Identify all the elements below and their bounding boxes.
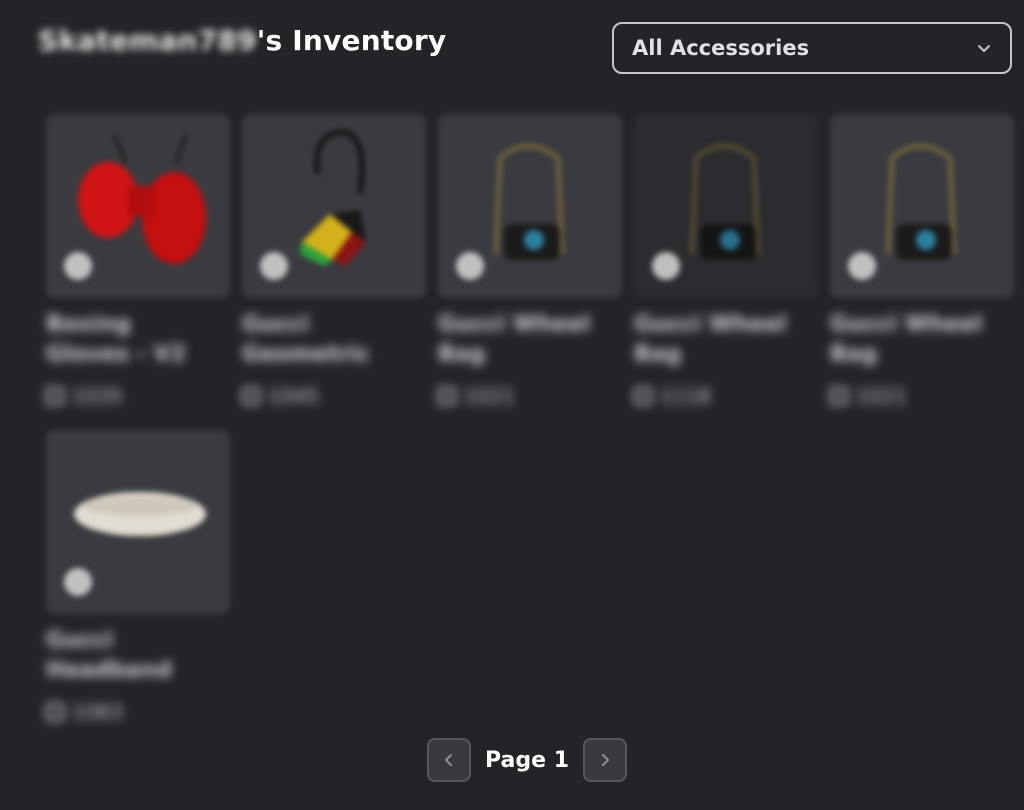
category-dropdown-label: All Accessories — [632, 36, 810, 60]
item-name: Gucci Wheel Bag — [634, 312, 787, 367]
limited-badge-icon — [848, 252, 876, 280]
item-card[interactable]: Gucci Wheel Bag 1118 — [634, 114, 818, 408]
chevron-left-icon — [445, 754, 452, 766]
item-name: Gucci Wheel Bag — [830, 312, 983, 367]
item-card[interactable]: Boxing Gloves - V2 1035 — [46, 114, 230, 408]
item-price: 1118 — [634, 384, 818, 408]
limited-badge-icon — [456, 252, 484, 280]
inventory-page: Skateman789's Inventory All Accessories … — [0, 0, 1024, 810]
page-indicator: Page 1 — [485, 747, 570, 773]
item-price-value: 1118 — [660, 384, 711, 408]
limited-badge-icon — [64, 252, 92, 280]
item-thumbnail — [634, 114, 818, 298]
item-price-value: 1021 — [464, 384, 515, 408]
item-price: 1021 — [438, 384, 622, 408]
item-thumbnail — [46, 114, 230, 298]
item-name: Gucci Headband — [46, 628, 172, 683]
item-thumbnail — [46, 430, 230, 614]
item-price-value: 1021 — [856, 384, 907, 408]
previous-page-button[interactable] — [427, 738, 471, 782]
limited-badge-icon — [64, 568, 92, 596]
category-dropdown[interactable]: All Accessories — [612, 22, 1012, 74]
robux-icon — [46, 387, 64, 405]
robux-icon — [242, 387, 260, 405]
item-price-value: 1083 — [72, 700, 123, 724]
username: Skateman789 — [38, 24, 257, 57]
limited-badge-icon — [652, 252, 680, 280]
item-thumbnail — [242, 114, 426, 298]
item-name: Gucci Wheel Bag — [438, 312, 591, 367]
item-card[interactable]: Gucci Headband 1083 — [46, 430, 230, 724]
item-card[interactable]: Gucci Wheel Bag 1021 — [830, 114, 1014, 408]
pagination: Page 1 — [427, 738, 628, 782]
title-suffix: 's Inventory — [256, 24, 447, 57]
item-price: 1021 — [830, 384, 1014, 408]
chevron-right-icon — [602, 754, 610, 766]
item-name: Boxing Gloves - V2 — [46, 312, 186, 367]
robux-icon — [438, 387, 456, 405]
limited-badge-icon — [260, 252, 288, 280]
page-title: Skateman789's Inventory — [38, 24, 446, 57]
item-price-value: 1045 — [268, 384, 319, 408]
item-price: 1083 — [46, 700, 230, 724]
chevron-down-icon — [978, 45, 990, 52]
robux-icon — [634, 387, 652, 405]
item-card[interactable]: Gucci Geometric 1045 — [242, 114, 426, 408]
item-price: 1045 — [242, 384, 426, 408]
robux-icon — [46, 703, 64, 721]
item-card[interactable]: Gucci Wheel Bag 1021 — [438, 114, 622, 408]
item-price: 1035 — [46, 384, 230, 408]
item-thumbnail — [438, 114, 622, 298]
item-name: Gucci Geometric — [242, 312, 370, 367]
item-price-value: 1035 — [72, 384, 123, 408]
robux-icon — [830, 387, 848, 405]
item-thumbnail — [830, 114, 1014, 298]
next-page-button[interactable] — [583, 738, 628, 782]
